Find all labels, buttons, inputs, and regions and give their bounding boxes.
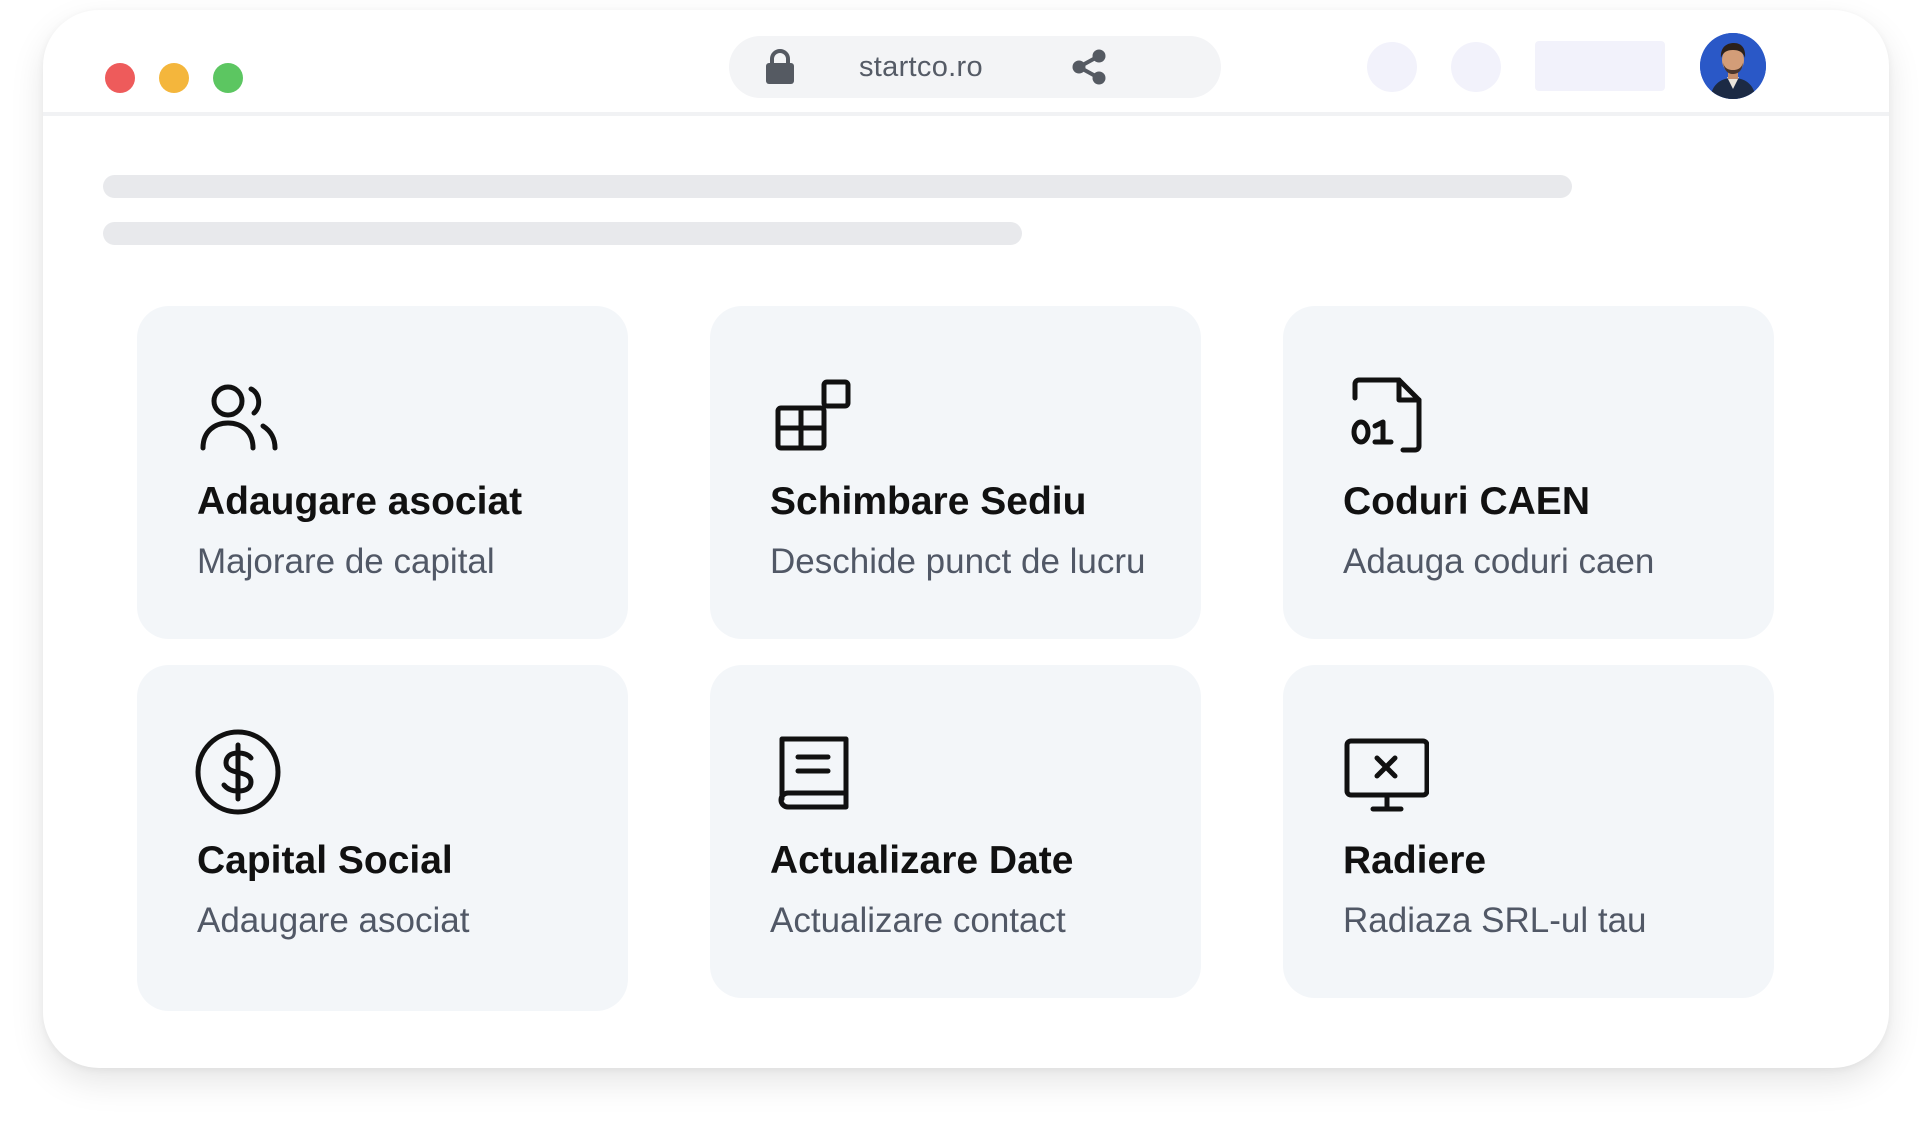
minimize-window-button[interactable]: [159, 63, 189, 93]
content-placeholder-line: [103, 222, 1022, 245]
browser-window: startco.ro Adaugare asociat Majorare de …: [43, 10, 1889, 1068]
service-card[interactable]: Adaugare asociat Majorare de capital: [137, 306, 628, 639]
card-title: Schimbare Sediu: [770, 480, 1087, 523]
card-title: Coduri CAEN: [1343, 480, 1590, 523]
toolbar-placeholder-circle[interactable]: [1367, 42, 1417, 92]
card-subtitle: Actualizare contact: [770, 901, 1066, 940]
maximize-window-button[interactable]: [213, 63, 243, 93]
card-subtitle: Majorare de capital: [197, 542, 495, 581]
book-icon: [778, 736, 849, 810]
url-text: startco.ro: [859, 51, 983, 83]
users-icon: [200, 384, 278, 451]
toolbar-placeholder-circle[interactable]: [1451, 42, 1501, 92]
content-placeholder-line: [103, 175, 1572, 198]
service-card[interactable]: Coduri CAEN Adauga coduri caen: [1283, 306, 1774, 639]
card-title: Capital Social: [197, 839, 453, 882]
card-subtitle: Radiaza SRL-ul tau: [1343, 901, 1647, 940]
browser-titlebar: startco.ro: [43, 10, 1889, 116]
service-card[interactable]: Radiere Radiaza SRL-ul tau: [1283, 665, 1774, 998]
card-title: Radiere: [1343, 839, 1487, 882]
blocks-icon: [775, 379, 851, 451]
monitor-x-icon: [1344, 738, 1429, 812]
share-icon[interactable]: [1071, 49, 1107, 85]
binary-file-icon: [1351, 377, 1422, 453]
avatar[interactable]: [1700, 33, 1766, 99]
card-subtitle: Adauga coduri caen: [1343, 542, 1655, 581]
close-window-button[interactable]: [105, 63, 135, 93]
card-title: Actualizare Date: [770, 839, 1074, 882]
user-portrait-icon: [1700, 33, 1766, 99]
service-card[interactable]: Actualizare Date Actualizare contact: [710, 665, 1201, 998]
card-subtitle: Deschide punct de lucru: [770, 542, 1146, 581]
lock-icon: [766, 49, 794, 84]
service-card[interactable]: Capital Social Adaugare asociat: [137, 665, 628, 1011]
service-card[interactable]: Schimbare Sediu Deschide punct de lucru: [710, 306, 1201, 639]
toolbar-placeholder-button[interactable]: [1535, 41, 1665, 91]
dollar-circle-icon: [195, 729, 281, 815]
address-bar[interactable]: startco.ro: [729, 36, 1221, 98]
card-subtitle: Adaugare asociat: [197, 901, 470, 940]
card-title: Adaugare asociat: [197, 480, 523, 523]
